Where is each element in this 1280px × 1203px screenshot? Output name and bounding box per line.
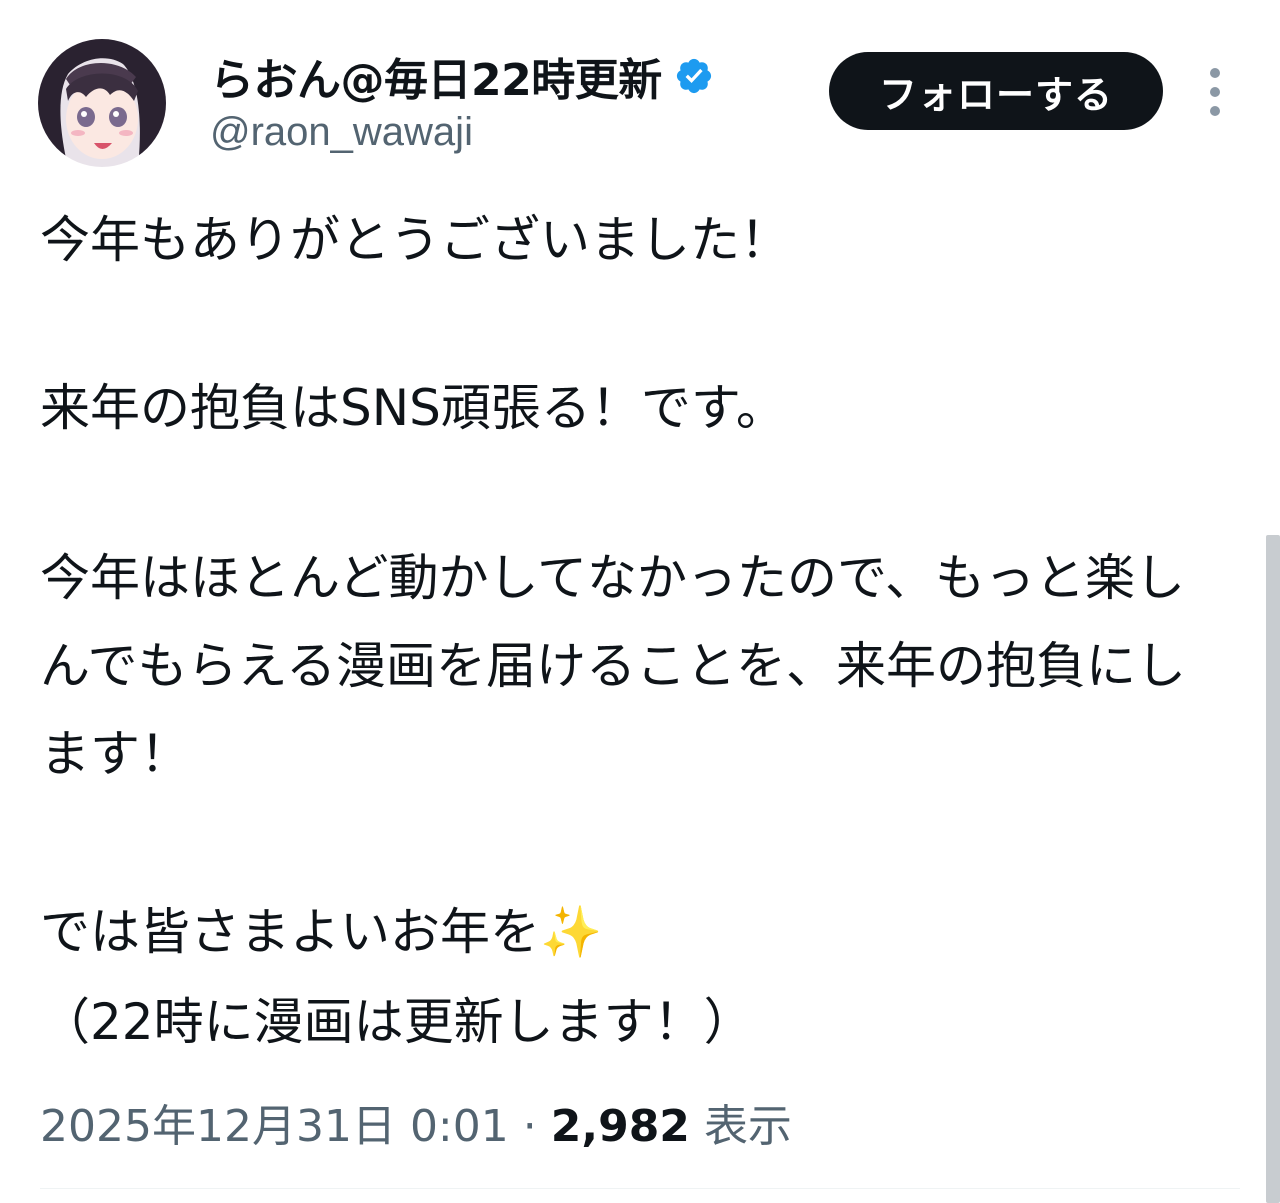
display-name-row: らおん@毎日22時更新 — [210, 44, 714, 108]
divider — [40, 1188, 1240, 1189]
user-handle[interactable]: @raon_wawaji — [210, 110, 714, 155]
tweet-meta: 2025年12月31日 0:01 · 2,982 表示 — [40, 1090, 792, 1154]
tweet-timestamp[interactable]: 2025年12月31日 0:01 — [40, 1101, 509, 1152]
display-name[interactable]: らおん@毎日22時更新 — [210, 44, 662, 108]
avatar[interactable] — [38, 39, 166, 167]
verified-badge-icon[interactable] — [674, 56, 714, 96]
more-dot — [1210, 87, 1220, 97]
vertical-dots-icon[interactable] — [1198, 68, 1232, 116]
user-name-block: らおん@毎日22時更新 @raon_wawaji — [210, 44, 714, 155]
tweet-header: らおん@毎日22時更新 @raon_wawaji フォローする — [0, 0, 1280, 180]
views-count: 2,982 — [550, 1101, 690, 1152]
avatar-illustration — [38, 39, 166, 167]
scrollbar[interactable] — [1266, 535, 1280, 1203]
views-label: 表示 — [703, 1101, 792, 1152]
follow-button[interactable]: フォローする — [829, 52, 1163, 130]
tweet-paragraph: 今年もありがとうございました！ — [40, 211, 790, 269]
tweet-paragraph: では皆さまよいお年を✨ — [40, 903, 603, 961]
more-dot — [1210, 68, 1220, 78]
tweet-paragraph: 今年はほとんど動かしてなかったので、もっと楽しんでもらえる漫画を届けることを、来… — [40, 549, 1186, 783]
tweet-paragraph: 来年の抱負はSNS頑張る！です。 — [40, 379, 786, 437]
meta-separator: · — [522, 1101, 537, 1152]
tweet-paragraph: （22時に漫画は更新します！） — [40, 993, 754, 1051]
more-dot — [1210, 106, 1220, 116]
